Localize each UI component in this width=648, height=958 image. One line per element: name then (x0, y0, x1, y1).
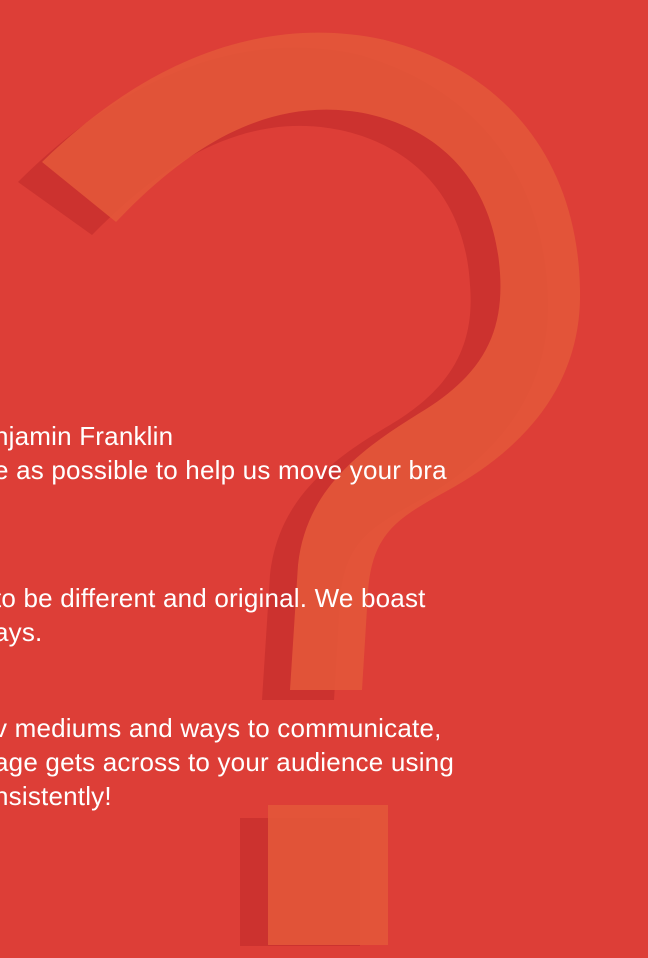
text-line: v mediums and ways to communicate, (0, 713, 442, 743)
text-line: e as possible to help us move your bra (0, 455, 447, 485)
text-line: njamin Franklin (0, 421, 174, 451)
text-line: ays. (0, 617, 43, 647)
text-line: to be different and original. We boast (0, 583, 426, 613)
body-text: njamin Franklin e as possible to help us… (0, 0, 648, 958)
text-line: age gets across to your audience using (0, 747, 454, 777)
text-line: nsistently! (0, 781, 112, 811)
